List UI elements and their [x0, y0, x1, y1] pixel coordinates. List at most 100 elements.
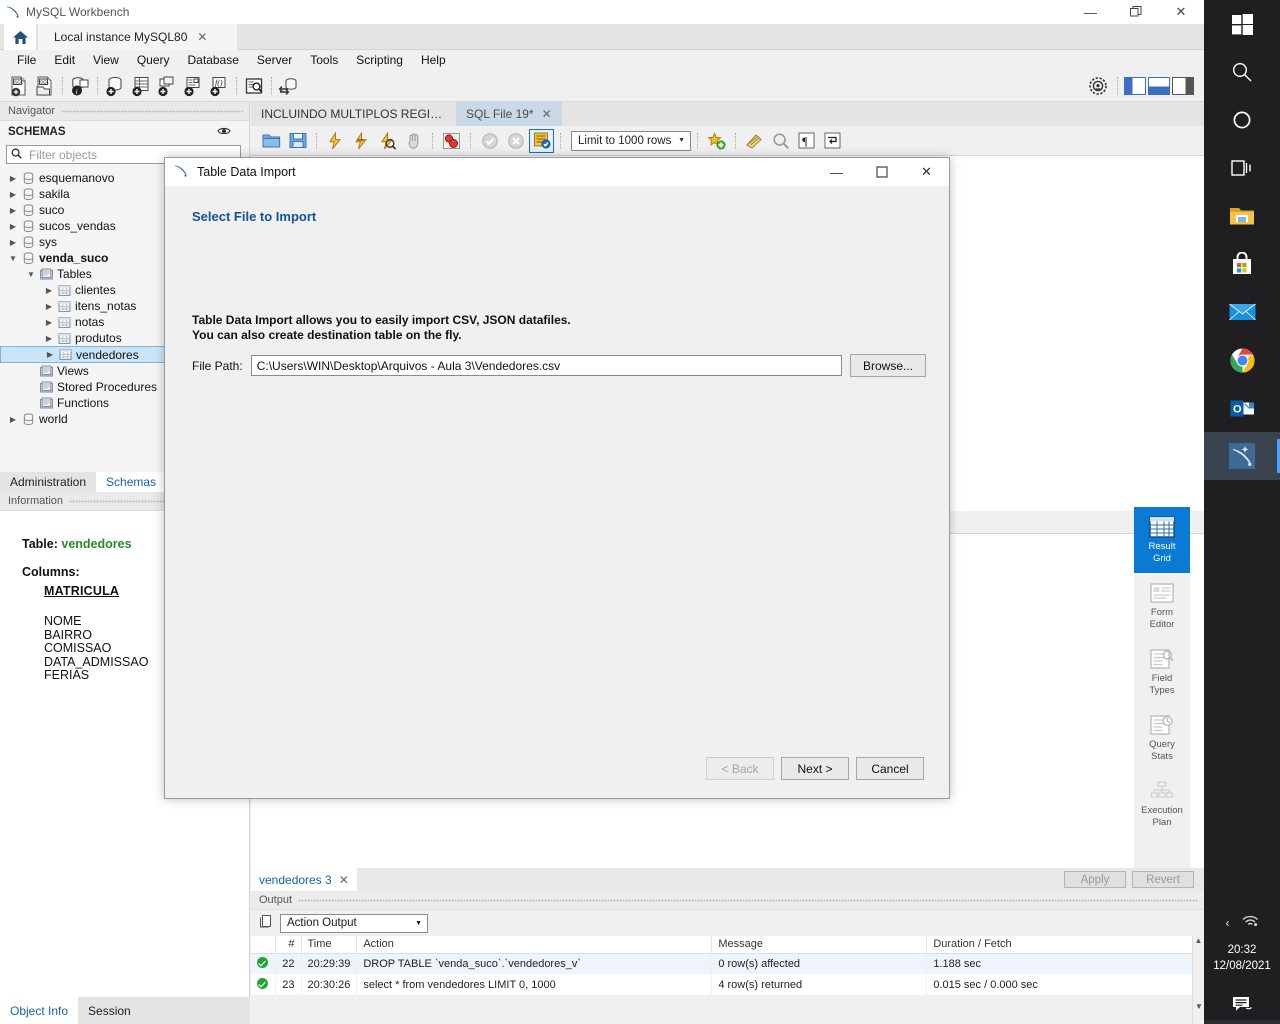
tray-chevron-icon[interactable]: ‹ [1226, 916, 1230, 930]
rollback-transaction-icon[interactable] [503, 129, 528, 153]
scroll-up-icon[interactable]: ▲ [1193, 936, 1204, 948]
minimize-button[interactable]: — [1068, 0, 1113, 24]
toggle-output-button[interactable] [1148, 76, 1170, 95]
rail-query-stats[interactable]: Query Stats [1134, 705, 1190, 771]
toggle-stop-on-error-icon[interactable] [439, 129, 464, 153]
cancel-button[interactable]: Cancel [856, 757, 924, 780]
new-table-icon[interactable] [128, 73, 154, 99]
start-button[interactable] [1204, 0, 1280, 48]
instance-tab[interactable]: Local instance MySQL80 ✕ [38, 24, 238, 50]
editor-tab-incluindo[interactable]: INCLUINDO MULTIPLOS REGI… [251, 102, 453, 126]
menu-item-database[interactable]: Database [179, 50, 248, 70]
chevron-down-icon[interactable]: ▼ [26, 270, 36, 279]
chevron-right-icon[interactable]: ▶ [8, 222, 18, 231]
open-sql-script-icon[interactable]: SQL [32, 73, 58, 99]
search-button[interactable] [1204, 48, 1280, 96]
chevron-right-icon[interactable]: ▶ [44, 334, 54, 343]
settings-gear-icon[interactable] [1085, 73, 1111, 99]
menu-item-edit[interactable]: Edit [45, 50, 84, 70]
execute-current-statement-icon[interactable] [349, 129, 374, 153]
inspect-table-icon[interactable] [241, 73, 267, 99]
notification-center-button[interactable] [1204, 984, 1280, 1024]
menu-item-query[interactable]: Query [128, 50, 179, 70]
task-view-button[interactable] [1204, 144, 1280, 192]
close-icon[interactable]: ✕ [197, 30, 207, 44]
menu-item-scripting[interactable]: Scripting [347, 50, 412, 70]
menu-item-help[interactable]: Help [412, 50, 455, 70]
new-view-icon[interactable] [154, 73, 180, 99]
cortana-button[interactable] [1204, 96, 1280, 144]
output-scrollbar[interactable]: ▲ ▼ [1192, 936, 1204, 1024]
chevron-right-icon[interactable]: ▶ [44, 318, 54, 327]
revert-button[interactable]: Revert [1132, 871, 1194, 888]
menu-item-file[interactable]: File [8, 50, 45, 70]
close-icon[interactable]: ✕ [542, 107, 552, 121]
microsoft-store-button[interactable] [1204, 240, 1280, 288]
file-path-input[interactable] [250, 355, 842, 376]
stop-execution-icon[interactable] [401, 129, 426, 153]
chevron-right-icon[interactable]: ▶ [44, 302, 54, 311]
wifi-icon[interactable] [1242, 915, 1259, 931]
next-button[interactable]: Next > [781, 757, 849, 780]
chevron-right-icon[interactable]: ▶ [8, 174, 18, 183]
menu-item-server[interactable]: Server [248, 50, 301, 70]
new-procedure-icon[interactable] [180, 73, 206, 99]
new-schema-icon[interactable] [102, 73, 128, 99]
apply-button[interactable]: Apply [1064, 871, 1126, 888]
explain-statement-icon[interactable] [375, 129, 400, 153]
execute-statement-icon[interactable] [323, 129, 348, 153]
add-snippet-icon[interactable] [704, 129, 729, 153]
chevron-right-icon[interactable]: ▶ [8, 190, 18, 199]
beautify-sql-icon[interactable] [742, 129, 767, 153]
editor-tab-sql-file-19[interactable]: SQL File 19* ✕ [456, 102, 562, 126]
dialog-close-button[interactable]: ✕ [904, 158, 949, 187]
row-limit-select[interactable]: Limit to 1000 rows ▼ [571, 130, 691, 151]
toggle-secondary-sidebar-button[interactable] [1172, 76, 1194, 95]
outlook-button[interactable]: O [1204, 384, 1280, 432]
refresh-schemas-icon[interactable] [217, 126, 241, 139]
tab-session[interactable]: Session [78, 997, 141, 1024]
mysql-workbench-button[interactable] [1204, 432, 1280, 480]
tab-object-info[interactable]: Object Info [0, 997, 79, 1024]
output-type-select[interactable]: Action Output ▼ [280, 913, 428, 933]
output-row[interactable]: 23 20:30:26 select * from vendedores LIMIT… [251, 974, 1204, 995]
server-status-icon[interactable]: i [67, 73, 93, 99]
close-icon[interactable]: ✕ [339, 873, 349, 887]
back-button[interactable]: < Back [706, 757, 774, 780]
output-row[interactable]: 22 20:29:39 DROP TABLE `venda_suco`.`vende… [251, 953, 1204, 974]
home-button[interactable] [4, 24, 36, 50]
toggle-invisible-chars-icon[interactable]: ¶ [794, 129, 819, 153]
dialog-maximize-button[interactable] [859, 158, 904, 187]
chevron-down-icon[interactable]: ▼ [8, 254, 18, 263]
rail-form-editor[interactable]: Form Editor [1134, 573, 1190, 639]
find-icon[interactable] [768, 129, 793, 153]
close-button[interactable]: ✕ [1158, 0, 1204, 24]
new-function-icon[interactable]: f() [206, 73, 232, 99]
chevron-right-icon[interactable]: ▶ [45, 350, 55, 359]
save-script-icon[interactable] [285, 129, 310, 153]
new-sql-tab-icon[interactable]: SQL [6, 73, 32, 99]
chevron-right-icon[interactable]: ▶ [8, 415, 18, 424]
file-explorer-button[interactable] [1204, 192, 1280, 240]
restore-button[interactable] [1113, 0, 1158, 24]
taskbar-clock[interactable]: 20:32 12/08/2021 [1204, 938, 1280, 984]
open-script-icon[interactable] [259, 129, 284, 153]
result-tab-vendedores[interactable]: vendedores 3 ✕ [251, 868, 357, 891]
dialog-minimize-button[interactable]: — [814, 158, 859, 187]
mail-button[interactable] [1204, 288, 1280, 336]
toggle-sidebar-button[interactable] [1124, 76, 1146, 95]
tab-schemas[interactable]: Schemas [96, 472, 167, 492]
menu-item-view[interactable]: View [84, 50, 128, 70]
chevron-right-icon[interactable]: ▶ [8, 238, 18, 247]
toggle-auto-commit-icon[interactable] [529, 128, 554, 153]
commit-transaction-icon[interactable] [477, 129, 502, 153]
menu-item-tools[interactable]: Tools [301, 50, 347, 70]
tab-administration[interactable]: Administration [0, 472, 96, 492]
chevron-right-icon[interactable]: ▶ [8, 206, 18, 215]
rail-execution-plan[interactable]: Execution Plan [1134, 771, 1190, 837]
rail-field-types[interactable]: Field Types [1134, 639, 1190, 705]
chevron-right-icon[interactable]: ▶ [44, 286, 54, 295]
rail-result-grid[interactable]: Result Grid [1134, 507, 1190, 573]
toggle-word-wrap-icon[interactable] [820, 129, 845, 153]
chrome-button[interactable] [1204, 336, 1280, 384]
